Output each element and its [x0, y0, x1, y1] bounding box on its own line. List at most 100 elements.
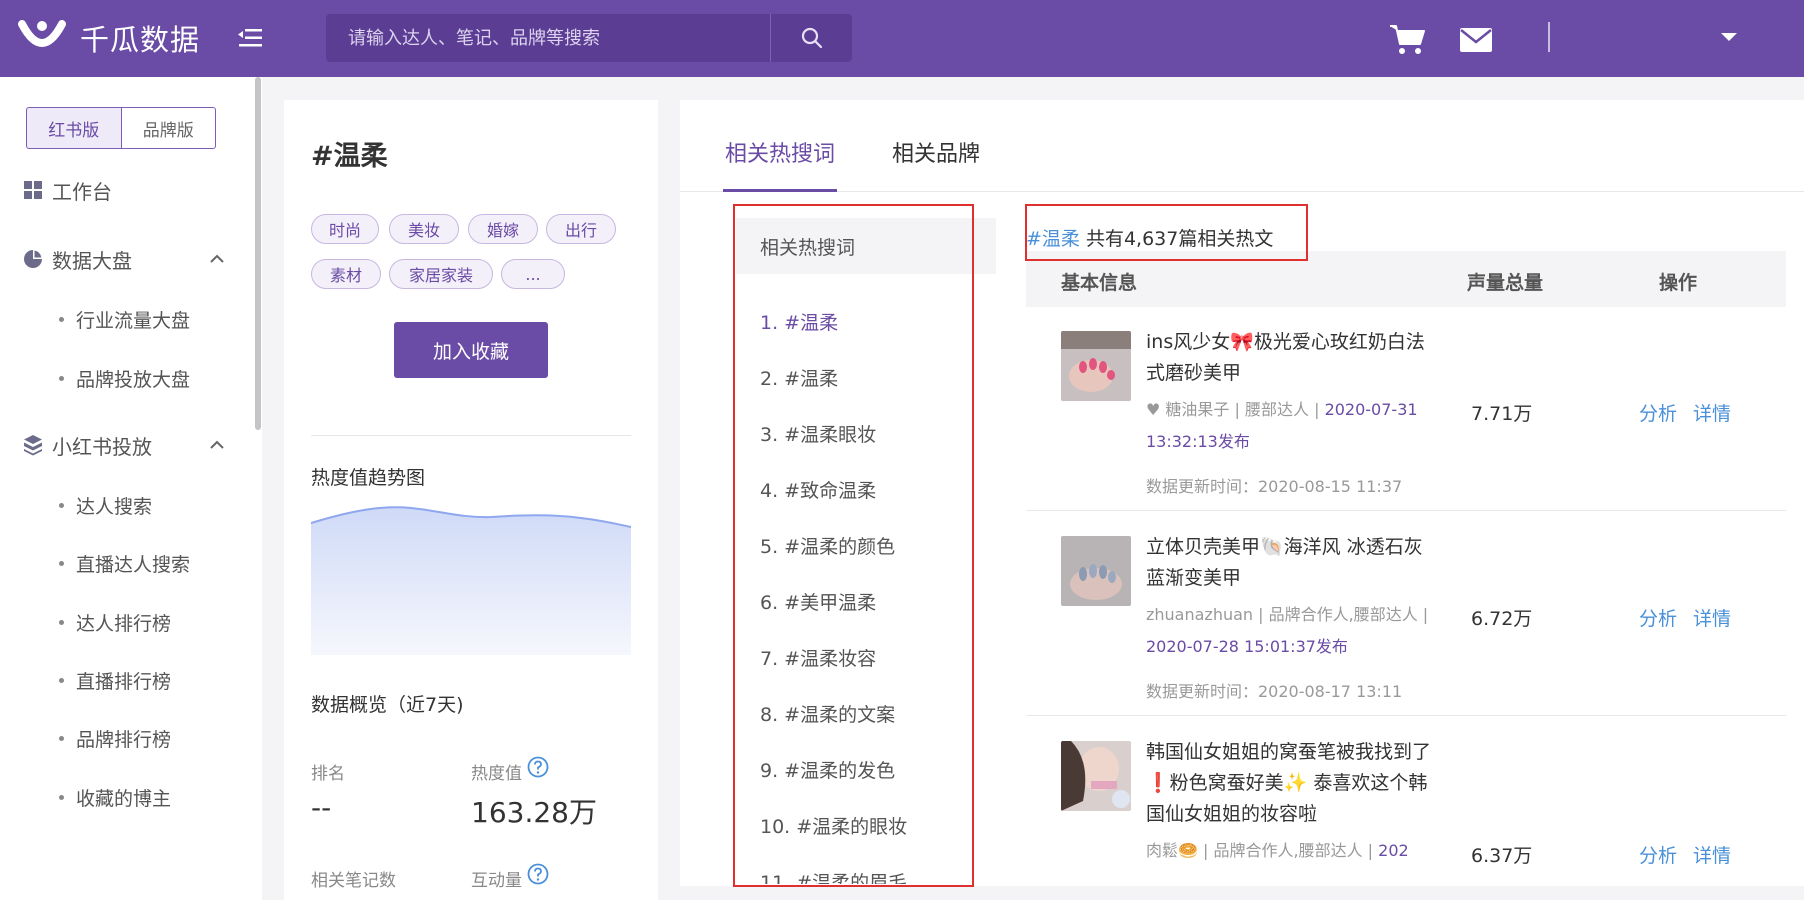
sidebar-item-data-overview[interactable]: 数据大盘: [0, 234, 255, 284]
post-title[interactable]: ins风少女🎀极光爱心玫红奶白法式磨砂美甲: [1146, 327, 1436, 389]
sidebar-subitem-kol-ranking[interactable]: 达人排行榜: [0, 599, 255, 645]
logo-icon: [18, 20, 66, 47]
mail-icon[interactable]: [1460, 28, 1492, 52]
tag[interactable]: 美妆: [389, 214, 459, 244]
divider: [311, 435, 631, 436]
main-panel: 相关热搜词 相关品牌 相关热搜词 1. #温柔 2. #温柔 3. #温柔眼妆 …: [680, 100, 1804, 886]
rank-value: --: [311, 791, 332, 824]
header-divider: [1548, 22, 1550, 52]
analyze-link[interactable]: 分析: [1639, 841, 1677, 868]
sidebar-subitem-label: 收藏的博主: [76, 787, 172, 810]
detail-link[interactable]: 详情: [1693, 604, 1731, 631]
logo[interactable]: 千瓜数据: [18, 18, 200, 58]
dashboard-icon: [24, 181, 42, 199]
tag-more[interactable]: ...: [501, 259, 565, 289]
keyword-item[interactable]: 8. #温柔的文案: [760, 700, 895, 727]
post-title[interactable]: 立体贝壳美甲🐚海洋风 冰透石灰蓝渐变美甲: [1146, 532, 1436, 594]
user-menu-caret-icon[interactable]: [1718, 30, 1740, 44]
keyword-item[interactable]: 7. #温柔妆容: [760, 644, 876, 671]
post-meta: 肉鬆🥯 | 品牌合作人,腰部达人 | 202: [1146, 835, 1436, 867]
post-volume: 6.37万: [1471, 845, 1533, 867]
sidebar-subitem-label: 行业流量大盘: [76, 309, 191, 332]
sidebar-subitem-label: 品牌排行榜: [76, 728, 172, 751]
analyze-link[interactable]: 分析: [1639, 399, 1677, 426]
keyword-item[interactable]: 11. #温柔的眉毛: [760, 868, 907, 884]
posts-table-header: 基本信息 声量总量 操作: [1026, 251, 1786, 307]
post-author[interactable]: ♥ 糖油果子 | 腰部达人 |: [1146, 400, 1325, 419]
tag[interactable]: 时尚: [311, 214, 379, 244]
hot-keywords-list: 相关热搜词 1. #温柔 2. #温柔 3. #温柔眼妆 4. #致命温柔 5.…: [736, 218, 996, 884]
menu-collapse-icon[interactable]: [236, 24, 264, 52]
version-brand-button[interactable]: 品牌版: [121, 107, 216, 149]
tab-related-brands[interactable]: 相关品牌: [892, 136, 980, 168]
keyword-item[interactable]: 1. #温柔: [760, 308, 838, 335]
sidebar-subitem-brand-launch[interactable]: 品牌投放大盘: [0, 355, 255, 401]
logo-text: 千瓜数据: [80, 23, 201, 57]
sidebar-item-workbench[interactable]: 工作台: [0, 165, 255, 215]
post-updated-time: 数据更新时间：2020-08-17 13:11: [1146, 682, 1403, 701]
bullet: [59, 794, 64, 800]
rank-label: 排名: [311, 764, 345, 784]
search-box: [326, 14, 852, 62]
help-icon[interactable]: [527, 863, 549, 885]
cube-icon: [24, 435, 42, 456]
trend-chart-title: 热度值趋势图: [311, 467, 426, 489]
col-volume: 声量总量: [1467, 272, 1544, 294]
overview-title: 数据概览（近7天): [311, 694, 464, 716]
sidebar-subitem-industry[interactable]: 行业流量大盘: [0, 296, 255, 342]
tab-hot-keywords[interactable]: 相关热搜词: [725, 136, 835, 168]
col-actions: 操作: [1659, 272, 1698, 294]
sidebar-subitem-label: 直播排行榜: [76, 670, 172, 693]
post-thumbnail[interactable]: [1061, 331, 1131, 401]
tag[interactable]: 出行: [546, 214, 616, 244]
pie-chart-icon: [24, 250, 42, 268]
bullet: [59, 560, 64, 566]
search-button[interactable]: [770, 14, 852, 62]
active-tab-indicator: [723, 189, 837, 192]
add-favorite-button[interactable]: 加入收藏: [394, 322, 548, 378]
topic-info-panel: #温柔 时尚 美妆 婚嫁 出行 素材 家居家装 ... 加入收藏 热度值趋势图 …: [284, 100, 658, 900]
search-icon: [801, 27, 822, 49]
sidebar-item-xhs-launch[interactable]: 小红书投放: [0, 420, 255, 470]
tag[interactable]: 素材: [311, 259, 381, 289]
detail-link[interactable]: 详情: [1693, 399, 1731, 426]
keyword-item[interactable]: 10. #温柔的眼妆: [760, 812, 907, 839]
post-volume: 7.71万: [1471, 403, 1533, 425]
sidebar-subitem-label: 直播达人搜索: [76, 553, 191, 576]
keyword-item[interactable]: 5. #温柔的颜色: [760, 532, 895, 559]
sidebar-subitem-live-kol-search[interactable]: 直播达人搜索: [0, 540, 255, 586]
post-title[interactable]: 韩国仙女姐姐的窝蚕笔被我找到了❗粉色窝蚕好美✨ 泰喜欢这个韩国仙女姐姐的妆容啦: [1146, 737, 1436, 830]
post-author[interactable]: zhuanazhuan | 品牌合作人,腰部达人 |: [1146, 605, 1428, 624]
count-topic-tag[interactable]: #温柔: [1026, 228, 1080, 250]
related-posts-count: #温柔 共有4,637篇相关热文: [1026, 224, 1273, 251]
table-row: 韩国仙女姐姐的窝蚕笔被我找到了❗粉色窝蚕好美✨ 泰喜欢这个韩国仙女姐姐的妆容啦 …: [1026, 717, 1786, 900]
version-red-button[interactable]: 红书版: [26, 107, 122, 149]
help-icon[interactable]: [527, 756, 549, 778]
sidebar-scrollbar[interactable]: [255, 77, 261, 430]
heat-label: 热度值: [471, 764, 522, 784]
sidebar-subitem-kol-search[interactable]: 达人搜索: [0, 482, 255, 528]
analyze-link[interactable]: 分析: [1639, 604, 1677, 631]
keyword-item[interactable]: 6. #美甲温柔: [760, 588, 876, 615]
cart-icon[interactable]: [1388, 22, 1426, 56]
sidebar-subitem-brand-ranking[interactable]: 品牌排行榜: [0, 715, 255, 761]
notes-count-label: 相关笔记数: [311, 871, 396, 891]
chevron-up-icon: [210, 440, 224, 449]
sidebar-item-label: 小红书投放: [52, 434, 152, 459]
tag[interactable]: 家居家装: [389, 259, 493, 289]
keyword-item[interactable]: 4. #致命温柔: [760, 476, 876, 503]
post-author[interactable]: 肉鬆🥯 | 品牌合作人,腰部达人 |: [1146, 841, 1378, 860]
sidebar-subitem-live-ranking[interactable]: 直播排行榜: [0, 657, 255, 703]
tag[interactable]: 婚嫁: [468, 214, 538, 244]
sidebar-subitem-saved-bloggers[interactable]: 收藏的博主: [0, 774, 255, 820]
bullet: [59, 735, 64, 741]
post-thumbnail[interactable]: [1061, 741, 1131, 811]
keyword-item[interactable]: 3. #温柔眼妆: [760, 420, 876, 447]
tabs-bar: 相关热搜词 相关品牌: [680, 100, 1804, 192]
keyword-item[interactable]: 9. #温柔的发色: [760, 756, 895, 783]
bullet: [59, 677, 64, 683]
keyword-item[interactable]: 2. #温柔: [760, 364, 838, 391]
post-thumbnail[interactable]: [1061, 536, 1131, 606]
detail-link[interactable]: 详情: [1693, 841, 1731, 868]
search-input[interactable]: [326, 14, 770, 62]
